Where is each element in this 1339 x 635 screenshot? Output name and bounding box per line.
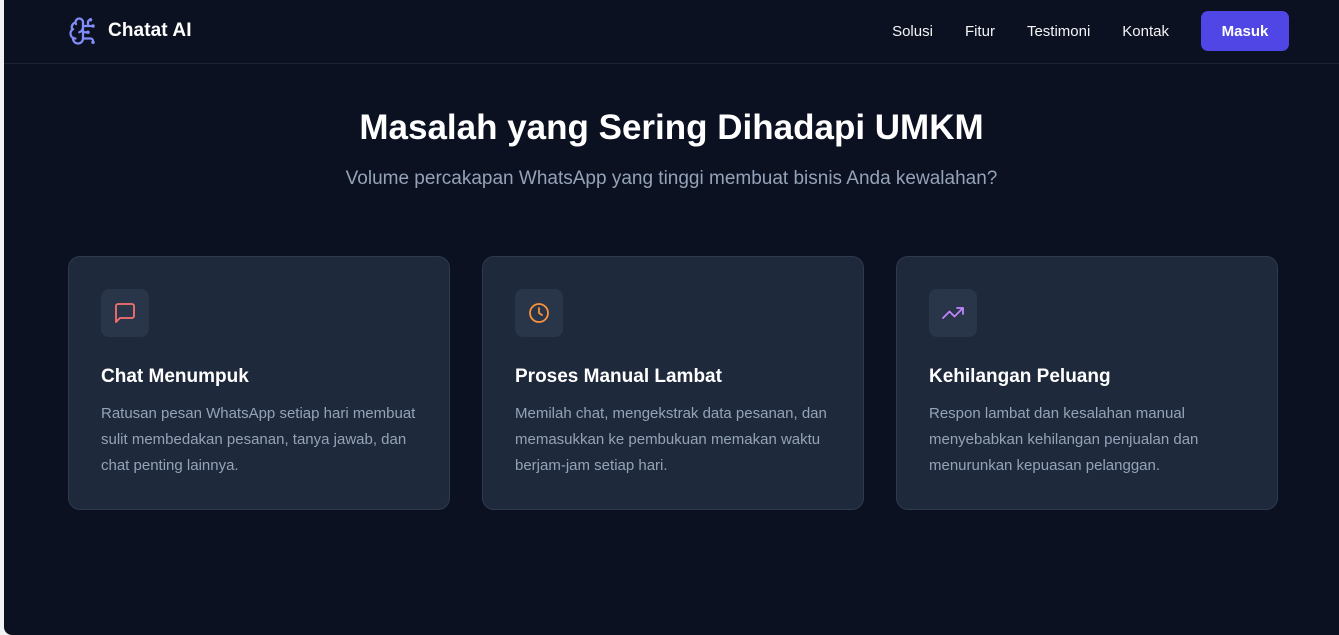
problem-cards: Chat Menumpuk Ratusan pesan WhatsApp set… [68,256,1278,510]
section-title: Masalah yang Sering Dihadapi UMKM [359,108,984,147]
card-icon-container [929,289,977,337]
card-title: Chat Menumpuk [101,366,249,387]
clock-icon [529,303,549,323]
section-subtitle: Volume percakapan WhatsApp yang tinggi m… [345,168,998,189]
card-description: Memilah chat, mengekstrak data pesanan, … [515,405,827,474]
brand-name: Chatat AI [108,20,192,41]
brand-logo[interactable]: Chatat AI [68,16,192,46]
trending-up-icon [942,307,964,319]
card-description: Respon lambat dan kesalahan manual menye… [929,405,1199,474]
card-description: Ratusan pesan WhatsApp setiap hari membu… [101,405,416,474]
chat-bubble-icon [115,303,135,323]
card-title: Kehilangan Peluang [929,366,1111,387]
card-title: Proses Manual Lambat [515,366,722,387]
nav-link-testimoni[interactable]: Testimoni [1027,23,1090,40]
nav-link-fitur[interactable]: Fitur [965,23,995,40]
problem-card: Kehilangan Peluang Respon lambat dan kes… [896,256,1278,510]
problem-card: Chat Menumpuk Ratusan pesan WhatsApp set… [68,256,450,510]
card-icon-container [101,289,149,337]
nav-link-solusi[interactable]: Solusi [892,23,933,40]
problem-card: Proses Manual Lambat Memilah chat, menge… [482,256,864,510]
login-button[interactable]: Masuk [1201,11,1289,51]
brain-icon [69,17,95,45]
page: Chatat AI Solusi Fitur Testimoni Kontak … [4,0,1339,635]
card-icon-container [515,289,563,337]
navbar: Chatat AI Solusi Fitur Testimoni Kontak … [4,0,1339,64]
nav-links: Solusi Fitur Testimoni Kontak Masuk [892,11,1289,51]
nav-link-kontak[interactable]: Kontak [1122,23,1169,40]
